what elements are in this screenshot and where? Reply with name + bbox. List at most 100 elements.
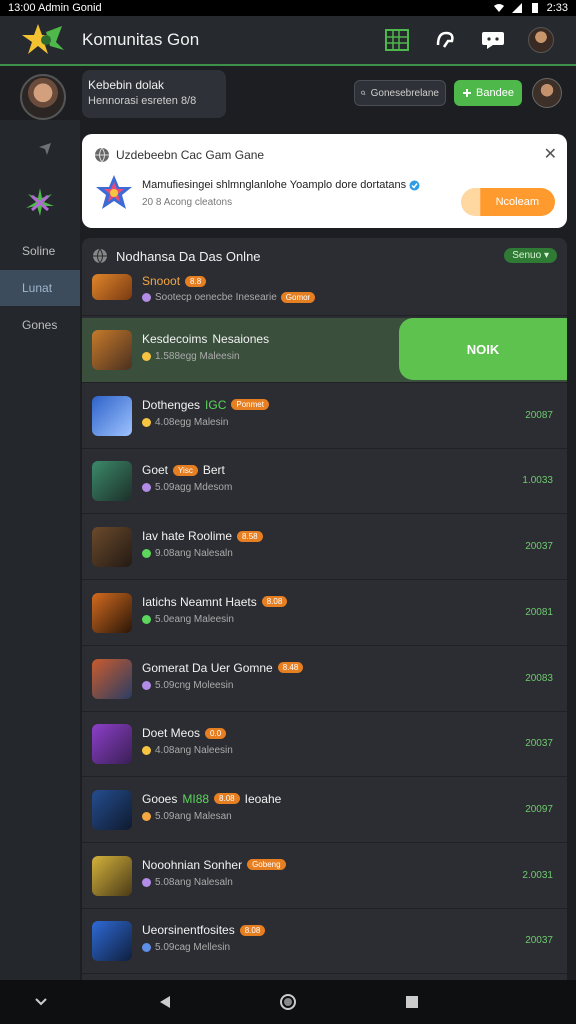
list-item[interactable]: Iav hate Roolime 8.58 9.08ang Nalesaln 2003… xyxy=(82,515,567,581)
item-meta: 5.0eang Maleesin xyxy=(155,613,234,625)
list-item[interactable]: Iatichs Neamnt Haets 8.08 5.0eang Maleesin… xyxy=(82,581,567,646)
item-value: 20087 xyxy=(525,409,553,421)
status-dot xyxy=(142,549,151,559)
item-value: 2.0031 xyxy=(522,869,553,881)
join-button[interactable]: NOIK xyxy=(399,318,567,380)
status-dot xyxy=(142,943,151,953)
list-item[interactable]: Kesdecoims Nesaiones 1.588egg Maleesin NOIK xyxy=(82,318,567,383)
item-title-highlight: IGC xyxy=(205,397,227,412)
online-badge[interactable]: Senuo ▾ xyxy=(504,248,557,263)
game-icon xyxy=(92,592,132,633)
item-title: Ueorsinentfosites xyxy=(142,923,235,938)
panel-header: Nodhansa Da Das Onlne Senuo ▾ xyxy=(82,238,567,274)
item-meta-tag: Gomor xyxy=(280,292,316,303)
status-dot xyxy=(142,417,151,427)
friend-avatar[interactable] xyxy=(532,78,562,108)
status-dot xyxy=(142,811,151,821)
globe-icon xyxy=(95,147,109,163)
panel-title: Nodhansa Da Das Onlne xyxy=(116,248,261,264)
profile-card[interactable]: Kebebin dolak Hennorasi esreten 8/8 xyxy=(82,70,226,118)
home-icon[interactable] xyxy=(273,987,303,1017)
sidebar-games-icon[interactable] xyxy=(22,184,58,220)
notification-header: Uzdebeebn Cac Gam Gane xyxy=(116,148,265,162)
notification-cta-label: Ncoleam xyxy=(495,196,539,208)
item-title: Snooot xyxy=(142,274,181,288)
search-input[interactable]: Gonesebrelane xyxy=(354,80,446,106)
chevron-down-icon[interactable] xyxy=(26,987,56,1017)
item-title: Iatichs Neamnt Haets xyxy=(142,594,257,609)
status-left-text: 13:00 Admin Gonid xyxy=(8,2,102,14)
game-icon xyxy=(92,330,132,370)
item-tag: 8.58 xyxy=(237,530,263,542)
item-tag: Gobeng xyxy=(247,859,286,871)
notification-card[interactable]: Uzdebeebn Cac Gam Gane ✕ Mamufiesingei s… xyxy=(82,134,567,228)
list-item[interactable]: Ueorsinentfosites 8.08 5.09cag Mellesin 200… xyxy=(82,909,567,975)
profile-sub: Hennorasi esreten 8/8 xyxy=(88,95,197,107)
item-value: 20081 xyxy=(525,606,553,618)
globe-icon xyxy=(93,248,107,264)
search-placeholder: Gonesebrelane xyxy=(370,87,439,99)
hashtag-icon[interactable] xyxy=(432,27,458,53)
item-title: Goet xyxy=(142,463,169,478)
app-logo-icon[interactable] xyxy=(22,22,64,58)
online-list-panel: Nodhansa Da Das Onlne Senuo ▾ Snooot 8.8… xyxy=(82,238,567,980)
profile-row: Kebebin dolak Hennorasi esreten 8/8 Gone… xyxy=(0,66,576,120)
status-bar: 13:00 Admin Gonid 2:33 xyxy=(0,0,576,16)
item-meta: 5.09cng Moleesin xyxy=(155,679,234,691)
item-meta: 5.09agg Mdesom xyxy=(155,482,233,494)
notification-cta-button[interactable]: Ncoleam xyxy=(461,188,555,216)
item-value: 20097 xyxy=(525,803,553,815)
close-icon[interactable]: ✕ xyxy=(544,144,557,164)
item-tag: 8.08 xyxy=(214,793,240,805)
battery-icon xyxy=(531,3,538,13)
list-item[interactable]: Dothenges IGC Ponmet 4.08egg Malesin 20087 xyxy=(82,384,567,449)
item-tag: 8.08 xyxy=(261,596,288,608)
recents-icon[interactable] xyxy=(397,987,427,1017)
follow-button[interactable]: Bandee xyxy=(454,80,522,106)
game-icon xyxy=(92,461,132,502)
sidebar-item-label: Lunat xyxy=(22,281,53,295)
sidebar-item-active[interactable]: Lunat xyxy=(0,270,80,306)
sidebar-item-label[interactable]: Soline xyxy=(0,244,80,258)
notification-thumbnail xyxy=(96,175,132,209)
back-icon[interactable] xyxy=(150,987,180,1017)
list-item[interactable]: Gooes MI88 8.08 Ieoahe 5.09ang Malesan 20097 xyxy=(82,778,567,843)
verified-icon xyxy=(409,180,420,191)
sidebar: Soline Lunat Gones xyxy=(0,120,80,980)
item-title-extra: Bert xyxy=(202,463,225,478)
status-dot xyxy=(142,483,151,493)
item-tag: 0.0 xyxy=(205,727,227,739)
item-title: Doet Meos xyxy=(142,726,201,741)
app-title: Komunitas Gon xyxy=(82,30,200,49)
list-item[interactable]: Snooot 8.8 Sootecp oenecbe Inesearie Gom… xyxy=(82,272,567,316)
item-title: Gomerat Da Uer Gomne xyxy=(142,660,273,675)
item-tag: 8.8 xyxy=(185,275,207,287)
list-item[interactable]: Doet Meos 0.0 4.08ang Naleesin 20037 xyxy=(82,712,567,778)
user-avatar[interactable] xyxy=(528,27,554,53)
list-item[interactable]: Gomerat Da Uer Gomne 8.48 5.09cng Moleesin… xyxy=(82,647,567,712)
item-title: Iav hate Roolime xyxy=(142,529,233,544)
notification-meta: 20 8 Acong cleatons xyxy=(142,197,233,208)
game-icon xyxy=(92,789,132,830)
item-value: 20083 xyxy=(525,672,553,684)
item-value: 1.0033 xyxy=(522,475,553,487)
search-icon xyxy=(361,90,366,96)
list-item[interactable]: Nooohnian Sonher Gobeng 5.08ang Nalesaln 2.… xyxy=(82,844,567,909)
profile-avatar[interactable] xyxy=(20,74,66,120)
app-bar: Komunitas Gon xyxy=(0,16,576,66)
item-value: 20037 xyxy=(525,541,553,553)
item-title-extra: Nesaiones xyxy=(212,332,270,346)
sidebar-item-label[interactable]: Gones xyxy=(0,318,80,332)
item-tag: 8.08 xyxy=(239,924,266,936)
item-meta: 5.09ang Malesan xyxy=(155,810,232,822)
chat-icon[interactable] xyxy=(480,27,506,53)
item-meta: 5.08ang Nalesaln xyxy=(155,876,233,888)
notification-message: Mamufiesingei shlmnglanlohe Yoamplo dore… xyxy=(142,179,522,191)
item-meta: 4.08ang Naleesin xyxy=(155,745,233,757)
item-title-extra: Ieoahe xyxy=(244,791,282,806)
sidebar-arrow-icon[interactable] xyxy=(22,136,58,172)
grid-icon[interactable] xyxy=(384,27,410,53)
list-item[interactable]: Goet Yisc Bert 5.09agg Mdesom 1.0033 xyxy=(82,449,567,515)
system-nav-bar xyxy=(0,980,576,1024)
item-title: Gooes xyxy=(142,791,178,806)
